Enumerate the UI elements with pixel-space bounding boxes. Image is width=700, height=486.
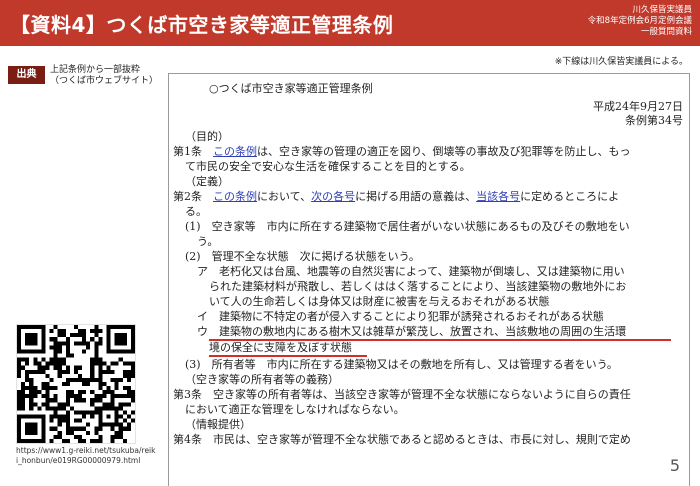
article-1-line-1: 第1条 この条例は、空き家等の管理の適正を図り、倒壊等の事故及び犯罪等を防止し、… — [173, 145, 631, 158]
article-2-number: 第2条 — [173, 190, 213, 203]
ordinance-date: 平成24年9月27日 — [593, 100, 683, 113]
item-1-line-2: う。 — [197, 235, 219, 248]
ordinance-number: 条例第34号 — [625, 114, 683, 127]
article-1-number: 第1条 — [173, 145, 213, 158]
this-ordinance-link-2[interactable]: この条例 — [213, 190, 257, 203]
heading-owner-duty: （空き家等の所有者等の義務） — [185, 373, 339, 386]
source-line-2: （つくば市ウェブサイト） — [50, 76, 159, 86]
highlight-underline-2 — [209, 355, 367, 357]
header-bar: 【資料4】つくば市空き家等適正管理条例 川久保皆実議員 令和8年定例会6月定例会… — [0, 0, 700, 46]
source-url[interactable]: https://www1.g-reiki.net/tsukuba/reiki_h… — [16, 446, 156, 465]
item-2c-line-2: 境の保全に支障を及ぼす状態 — [209, 341, 352, 354]
ordinance-title: ○つくば市空き家等適正管理条例 — [209, 82, 373, 95]
source-description: 上記条例から一部抜粋 （つくば市ウェブサイト） — [50, 65, 158, 87]
source-line-1: 上記条例から一部抜粋 — [50, 65, 141, 75]
item-2: (2) 管理不全な状態 次に掲げる状態をいう。 — [185, 250, 420, 263]
presenter-info: 川久保皆実議員 令和8年定例会6月定例会議 一般質問資料 — [588, 5, 692, 38]
heading-info-provision: （情報提供） — [185, 418, 251, 431]
item-2a-line-1: ア 老朽化又は台風、地震等の自然災害によって、建築物が倒壊し、又は建築物に用い — [197, 265, 625, 278]
article-1-text: は、空き家等の管理の適正を図り、倒壊等の事故及び犯罪等を防止し、もっ — [257, 145, 631, 158]
item-2b: イ 建築物に不特定の者が侵入することにより犯罪が誘発されるおそれがある状態 — [197, 310, 604, 323]
presenter-name: 川久保皆実議員 — [632, 5, 692, 15]
article-2-line-2: る。 — [185, 205, 207, 218]
heading-purpose: （目的） — [185, 130, 229, 143]
item-2a-line-2: られた建築材料が飛散し、若しくははく落することにより、当該建築物の敷地外にお — [209, 280, 627, 293]
qr-code[interactable] — [16, 324, 136, 444]
session-name: 令和8年定例会6月定例会議 — [587, 16, 692, 26]
item-2a-line-3: いて人の生命若しくは身体又は財産に被害を与えるおそれがある状態 — [209, 295, 550, 308]
heading-definitions: （定義） — [185, 175, 229, 188]
article-2-text-a: において、 — [257, 190, 312, 203]
article-4-line-1: 第4条 市民は、空き家等が管理不全な状態であると認めるときは、市長に対し、規則で… — [173, 433, 631, 446]
following-items-link[interactable]: 次の各号 — [311, 190, 355, 203]
article-2-line-1: 第2条 この条例において、次の各号に掲げる用語の意義は、当該各号に定めるところに… — [173, 190, 619, 203]
underline-note: ※下線は川久保皆実議員による。 — [554, 57, 688, 67]
page-number: 5 — [669, 456, 680, 475]
ordinance-excerpt: ○つくば市空き家等適正管理条例 平成24年9月27日 条例第34号 （目的） 第… — [168, 73, 690, 486]
material-label: 一般質問資料 — [640, 27, 692, 37]
respective-items-link[interactable]: 当該各号 — [476, 190, 520, 203]
this-ordinance-link[interactable]: この条例 — [213, 145, 257, 158]
source-badge: 出典 — [8, 66, 45, 84]
item-3: (3) 所有者等 市内に所在する建築物又はその敷地を所有し、又は管理する者をいう… — [185, 358, 618, 371]
item-2c-line-1: ウ 建築物の敷地内にある樹木又は雑草が繁茂し、放置され、当該敷地の周囲の生活環 — [197, 325, 627, 338]
article-2-text-b: に掲げる用語の意義は、 — [355, 190, 477, 203]
article-3-line-1: 第3条 空き家等の所有者等は、当該空き家等が管理不全な状態にならないように自らの… — [173, 388, 631, 401]
article-3-line-2: において適正な管理をしなければならない。 — [185, 403, 405, 416]
article-2-text-c: に定めるところによ — [520, 190, 620, 203]
slide-title: 【資料4】つくば市空き家等適正管理条例 — [10, 13, 394, 37]
article-1-line-2: て市民の安全で安心な生活を確保することを目的とする。 — [185, 160, 471, 173]
item-1-line-1: (1) 空き家等 市内に所在する建築物で居住者がいない状態にあるもの及びその敷地… — [185, 220, 630, 233]
